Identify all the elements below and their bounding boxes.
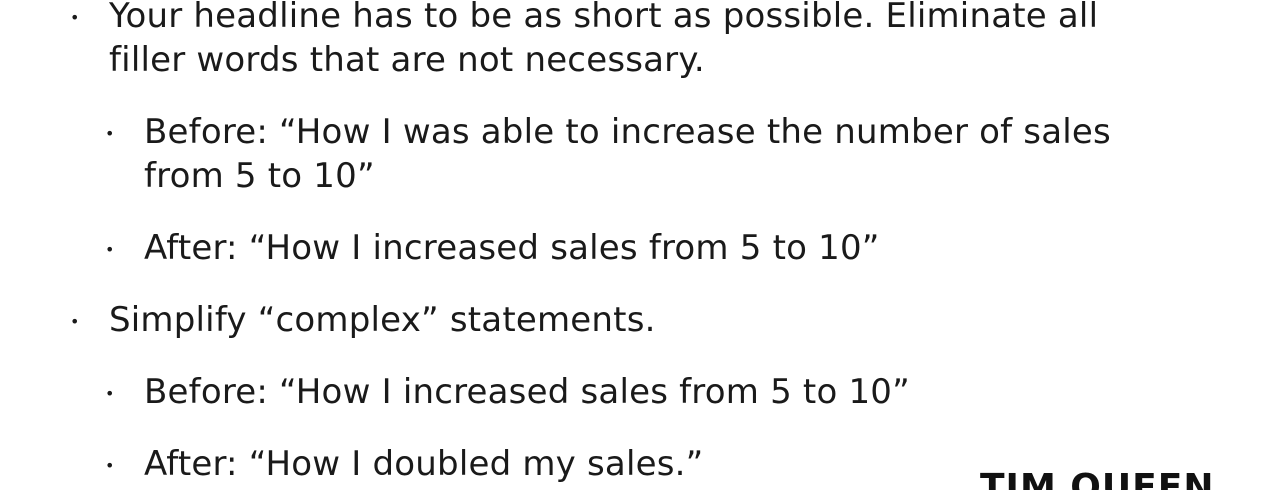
bullet-dot: •: [70, 8, 80, 27]
bullet-dot: •: [70, 312, 80, 331]
bullet-1-line-1: Your headline has to be as short as poss…: [109, 0, 1099, 36]
bullet-1-sub-1-line-1: Before: “How I was able to increase the …: [144, 112, 1111, 152]
bullet-2-sub-1-line-1: Before: “How I increased sales from 5 to…: [144, 372, 910, 412]
bullet-1-sub-1-line-2: from 5 to 10”: [144, 156, 375, 196]
brand-logo: TIM QUEEN: [980, 467, 1215, 490]
sub-bullet-dot: •: [105, 124, 115, 143]
sub-bullet-dot: •: [105, 240, 115, 259]
bullet-1-sub-2-line-1: After: “How I increased sales from 5 to …: [144, 228, 880, 268]
sub-bullet-dot: •: [105, 384, 115, 403]
slide: • Your headline has to be as short as po…: [0, 0, 1278, 490]
bullet-2-sub-2-line-1: After: “How I doubled my sales.”: [144, 444, 704, 484]
bullet-1-line-2: filler words that are not necessary.: [109, 40, 705, 80]
sub-bullet-dot: •: [105, 456, 115, 475]
bullet-2-line-1: Simplify “complex” statements.: [109, 300, 656, 340]
